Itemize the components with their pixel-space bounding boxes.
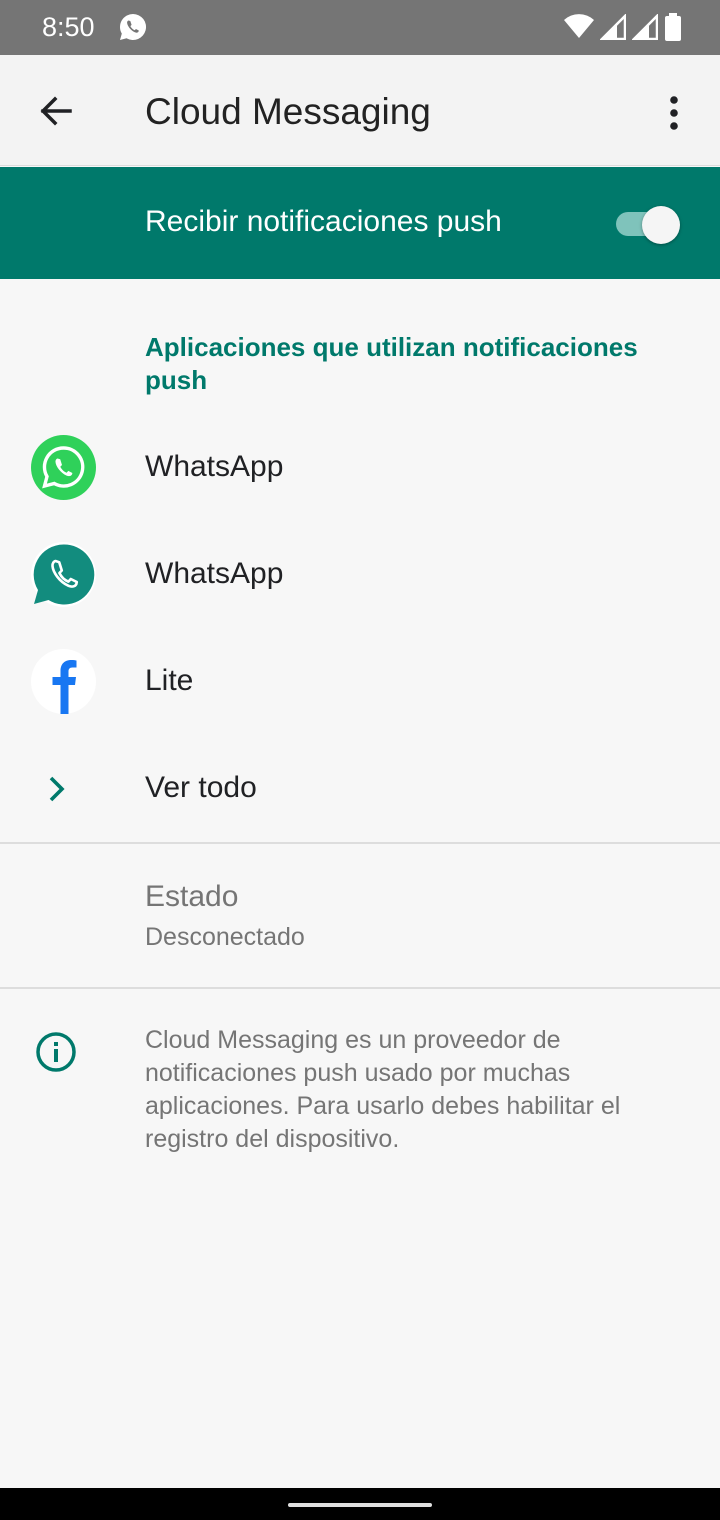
whatsapp-business-icon xyxy=(31,542,96,607)
push-toggle-label: Recibir notificaciones push xyxy=(145,205,502,238)
app-row-facebook-lite[interactable]: Lite xyxy=(0,628,720,735)
page-title: Cloud Messaging xyxy=(145,91,431,132)
signal-icon xyxy=(632,14,658,40)
app-label: WhatsApp xyxy=(145,450,284,483)
see-all-label: Ver todo xyxy=(145,771,257,804)
battery-icon xyxy=(665,13,681,41)
whatsapp-notification-icon xyxy=(117,11,149,43)
app-row-whatsapp-business[interactable]: WhatsApp xyxy=(0,521,720,628)
status-value: Desconectado xyxy=(145,923,305,951)
whatsapp-icon xyxy=(31,435,96,500)
more-options-button[interactable] xyxy=(650,85,698,141)
info-description: Cloud Messaging es un proveedor de notif… xyxy=(145,1026,621,1153)
toggle-knob xyxy=(642,206,680,244)
signal-icon xyxy=(600,14,626,40)
home-gesture-handle[interactable] xyxy=(288,1503,432,1507)
push-toggle-switch[interactable] xyxy=(614,206,682,244)
app-row-whatsapp[interactable]: WhatsApp xyxy=(0,414,720,521)
status-bar: 8:50 xyxy=(0,0,720,55)
more-vert-icon xyxy=(670,96,678,130)
app-bar: Cloud Messaging xyxy=(0,55,720,166)
app-label: Lite xyxy=(145,664,194,697)
see-all-row[interactable]: Ver todo xyxy=(0,735,720,842)
wifi-icon xyxy=(564,14,594,38)
facebook-lite-icon xyxy=(31,649,96,714)
status-icons xyxy=(564,13,682,41)
push-toggle-bar[interactable]: Recibir notificaciones push xyxy=(0,167,720,279)
info-icon xyxy=(35,1031,77,1073)
apps-section-header: Aplicaciones que utilizan notificaciones… xyxy=(145,332,638,395)
divider xyxy=(0,987,720,989)
back-button[interactable] xyxy=(28,83,84,139)
divider xyxy=(0,842,720,844)
status-time: 8:50 xyxy=(42,12,95,42)
status-title: Estado xyxy=(145,880,239,913)
arrow-back-icon xyxy=(40,96,72,126)
chevron-right-icon xyxy=(44,775,70,803)
app-label: WhatsApp xyxy=(145,557,284,590)
navigation-bar xyxy=(0,1488,720,1520)
